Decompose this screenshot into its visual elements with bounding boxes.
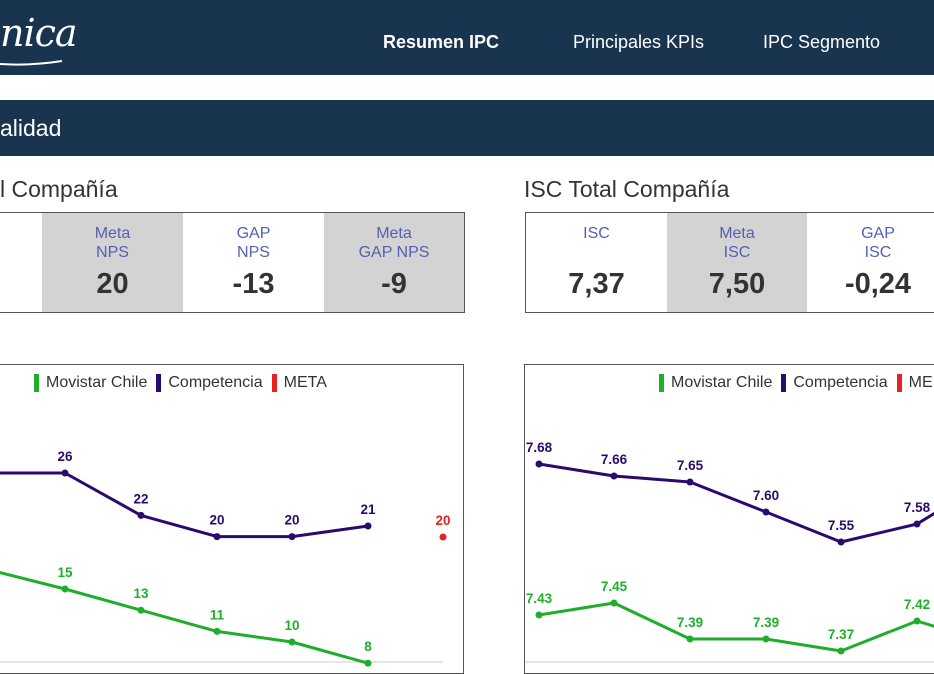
data-label: 20: [284, 513, 299, 528]
data-label: 7.43: [526, 591, 553, 606]
data-point: [610, 472, 618, 480]
data-point: [837, 647, 845, 655]
data-label: 7.58: [904, 500, 931, 515]
data-label: 7.68: [526, 440, 553, 455]
series-line-movistar-chile: [538, 601, 934, 653]
data-point: [762, 508, 770, 516]
data-label: 20: [209, 513, 224, 528]
trend-charts: 26 22 20 20 21 15 13 11 10 8 20 7.68 7.66 7.65 7.60 7.5…: [0, 440, 934, 667]
data-point: [213, 627, 221, 635]
data-label: 7.66: [601, 452, 628, 467]
data-point: [288, 638, 296, 646]
data-point: [686, 478, 694, 486]
data-point: [686, 635, 694, 643]
data-point: [837, 538, 845, 546]
series-line-competencia: [538, 462, 934, 544]
data-label: 7.39: [753, 615, 779, 630]
data-label: 26: [57, 449, 73, 464]
data-point: [535, 611, 543, 619]
data-point: [137, 606, 145, 614]
series-line-movistar-chile: [0, 570, 369, 665]
data-label: 7.45: [601, 579, 628, 594]
data-point: [913, 617, 921, 625]
data-point: [762, 635, 770, 643]
data-label: 10: [284, 618, 299, 633]
data-label: 7.42: [904, 597, 930, 612]
data-label: 7.55: [828, 518, 855, 533]
data-point: [610, 599, 618, 607]
data-point: [137, 511, 145, 519]
data-label: 20: [435, 513, 450, 528]
data-point: [61, 469, 69, 477]
data-label: 7.65: [677, 458, 704, 473]
data-label: 15: [57, 565, 73, 580]
data-label: 21: [360, 502, 376, 517]
series-line-competencia: [0, 471, 369, 539]
data-label: 22: [133, 491, 148, 506]
data-point: [439, 533, 447, 541]
data-label: 13: [133, 586, 149, 601]
data-label: 11: [210, 607, 225, 622]
data-label: 7.39: [677, 615, 703, 630]
data-point: [364, 522, 372, 530]
data-point: [61, 585, 69, 593]
data-point: [535, 460, 543, 468]
data-point: [364, 659, 372, 667]
data-label: 7.60: [753, 488, 779, 503]
data-label: 7.37: [828, 627, 854, 642]
data-label: 8: [364, 639, 372, 654]
data-point: [288, 533, 296, 541]
data-point: [913, 520, 921, 528]
data-point: [213, 533, 221, 541]
